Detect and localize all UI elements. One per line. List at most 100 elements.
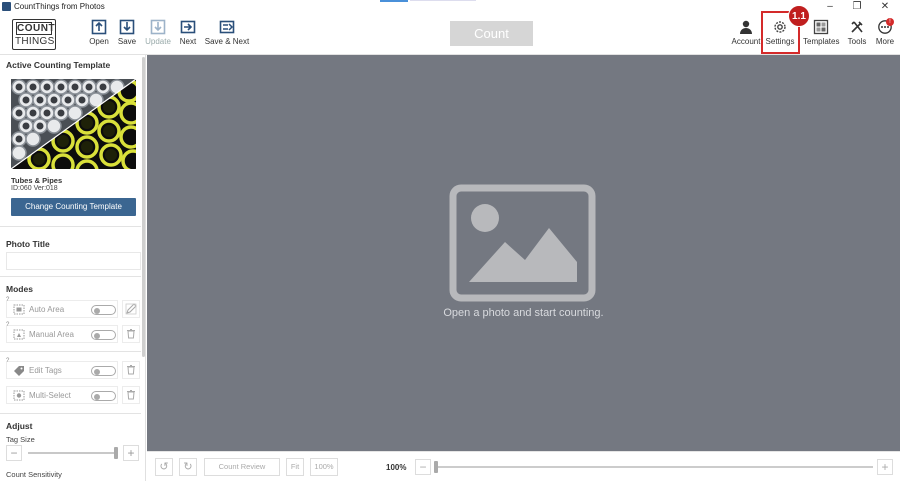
- help-icon[interactable]: ?: [6, 322, 9, 328]
- tools-icon: [851, 21, 863, 33]
- mode-auto-area: ? Auto Area: [6, 297, 118, 318]
- redo-icon: ↻: [183, 461, 193, 473]
- maximize-button[interactable]: ❐: [842, 0, 872, 14]
- save-icon: [119, 19, 135, 35]
- step-callout-badge: 1.1: [788, 5, 810, 27]
- mode-label: Edit Tags: [29, 366, 62, 375]
- fit-button[interactable]: Fit: [286, 458, 304, 476]
- mode-label: Auto Area: [29, 305, 65, 314]
- undo-button[interactable]: ↺: [155, 458, 173, 476]
- mode-label: Manual Area: [29, 330, 74, 339]
- mode-edit-tags: ? Edit Tags: [6, 358, 118, 379]
- canvas-empty-message: Open a photo and start counting.: [443, 307, 604, 319]
- zoom-100-button[interactable]: 100%: [310, 458, 338, 476]
- photo-title-input[interactable]: [6, 252, 141, 270]
- photo-canvas[interactable]: Open a photo and start counting.: [147, 55, 900, 451]
- app-icon: [2, 2, 11, 11]
- next-button[interactable]: Next: [177, 19, 199, 51]
- delete-tags-button[interactable]: [122, 361, 140, 379]
- section-divider: [0, 276, 141, 277]
- zoom-out-button[interactable]: −: [415, 459, 431, 475]
- modes-heading: Modes: [6, 284, 33, 294]
- window-title: CountThings from Photos: [14, 2, 105, 11]
- countthings-logo: COUNT THINGS: [12, 19, 56, 50]
- templates-icon: [813, 19, 829, 35]
- template-thumbnail: [11, 79, 136, 169]
- tag-size-slider-thumb[interactable]: [114, 447, 118, 459]
- delete-selection-button[interactable]: [122, 386, 140, 404]
- section-divider: [0, 226, 141, 227]
- trash-icon: [127, 365, 135, 375]
- pencil-icon: [125, 303, 137, 315]
- tag-size-decrease-button[interactable]: −: [6, 445, 22, 461]
- minimize-button[interactable]: –: [815, 0, 845, 14]
- update-label: Update: [145, 37, 171, 46]
- account-label: Account: [731, 37, 761, 46]
- multi-select-toggle[interactable]: [91, 391, 116, 401]
- auto-area-toggle[interactable]: [91, 305, 116, 315]
- tools-label: Tools: [847, 37, 867, 46]
- templates-button[interactable]: Templates: [803, 19, 839, 51]
- undo-icon: ↺: [159, 461, 169, 473]
- multi-select-icon: [13, 390, 25, 401]
- save-label: Save: [117, 37, 137, 46]
- title-accent-line: [410, 0, 476, 1]
- close-button[interactable]: ✕: [870, 0, 900, 14]
- update-icon: [150, 19, 166, 35]
- sidebar: Active Counting Template Tubes & Pipes I…: [0, 55, 146, 481]
- more-label: More: [875, 37, 895, 46]
- save-next-icon: [219, 20, 235, 34]
- tag-size-label: Tag Size: [6, 435, 35, 444]
- manual-area-icon: [13, 329, 25, 340]
- edit-tags-toggle[interactable]: [91, 366, 116, 376]
- section-divider: [0, 351, 141, 352]
- help-icon[interactable]: ?: [6, 358, 9, 364]
- save-button[interactable]: Save: [116, 19, 138, 51]
- mode-multi-select: Multi-Select: [6, 386, 118, 404]
- update-button[interactable]: Update: [144, 19, 172, 51]
- templates-label: Templates: [803, 37, 840, 46]
- tools-button[interactable]: Tools: [846, 19, 868, 51]
- trash-icon: [127, 329, 135, 339]
- account-icon: [740, 20, 752, 34]
- delete-area-button[interactable]: [122, 325, 140, 343]
- active-template-heading: Active Counting Template: [6, 60, 111, 70]
- auto-area-icon: [13, 304, 25, 315]
- zoom-slider-thumb[interactable]: [434, 461, 438, 473]
- tag-icon: [14, 366, 24, 376]
- help-icon[interactable]: ?: [6, 297, 9, 303]
- redo-button[interactable]: ↻: [179, 458, 197, 476]
- tubes-pipes-image: [11, 79, 136, 169]
- zoom-slider-track[interactable]: [437, 466, 873, 468]
- image-placeholder-icon: [449, 184, 596, 302]
- trash-icon: [127, 390, 135, 400]
- mode-manual-area: ? Manual Area: [6, 322, 118, 343]
- count-review-button[interactable]: Count Review: [204, 458, 280, 476]
- logo-count-text: COUNT: [16, 22, 56, 35]
- tag-size-increase-button[interactable]: +: [123, 445, 139, 461]
- open-icon: [91, 19, 107, 35]
- title-accent: [380, 0, 408, 2]
- section-divider: [0, 413, 141, 414]
- save-next-label: Save & Next: [204, 37, 250, 46]
- bottom-toolbar: ↺ ↻ Count Review Fit 100% 100% − +: [147, 451, 900, 481]
- toolbar: COUNT THINGS Open Save Update Next Save …: [0, 5, 900, 55]
- next-label: Next: [179, 37, 197, 46]
- next-icon: [180, 20, 196, 34]
- edit-area-button[interactable]: [122, 300, 140, 318]
- account-button[interactable]: Account: [731, 19, 761, 51]
- count-button[interactable]: Count: [450, 21, 533, 46]
- change-template-button[interactable]: Change Counting Template: [11, 198, 136, 216]
- adjust-heading: Adjust: [6, 421, 33, 431]
- template-name: Tubes & Pipes: [11, 176, 63, 185]
- logo-things-text: THINGS: [15, 36, 55, 47]
- zoom-in-button[interactable]: +: [877, 459, 893, 475]
- zoom-level-readout: 100%: [386, 463, 407, 472]
- manual-area-toggle[interactable]: [91, 330, 116, 340]
- save-next-button[interactable]: Save & Next: [204, 19, 250, 51]
- tag-size-slider-track[interactable]: [28, 452, 118, 454]
- open-label: Open: [89, 37, 109, 46]
- open-button[interactable]: Open: [88, 19, 110, 51]
- sidebar-scrollbar[interactable]: [142, 57, 145, 357]
- more-notification-badge: !: [886, 18, 894, 26]
